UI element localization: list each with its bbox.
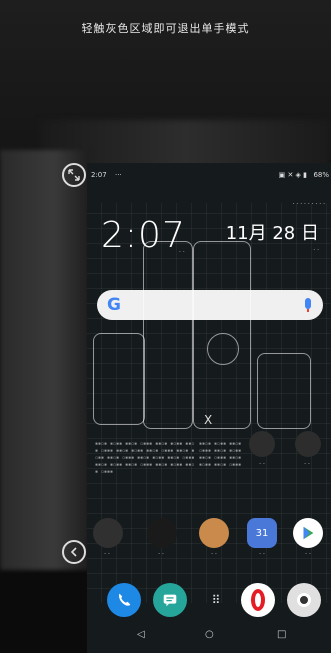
opera-ring bbox=[251, 589, 265, 611]
calendar-day: 31 bbox=[255, 527, 269, 539]
nav-back-button[interactable]: ◁ bbox=[137, 629, 145, 640]
status-time: 2:07 bbox=[91, 171, 107, 179]
sun-sketch bbox=[207, 333, 239, 365]
weekday-line: · · bbox=[313, 247, 319, 254]
background-blur-left[interactable] bbox=[0, 150, 90, 570]
opera-icon[interactable] bbox=[241, 583, 275, 617]
app-label-4: · · bbox=[259, 551, 265, 558]
phone-icon[interactable] bbox=[107, 583, 141, 617]
folder-label-1: · · bbox=[259, 461, 265, 468]
phone-sketch-right bbox=[257, 353, 311, 429]
status-notification-dots: ··· bbox=[115, 171, 122, 179]
folder-label-2: · · bbox=[304, 461, 310, 468]
app-label-2: · · bbox=[158, 551, 164, 558]
camera-lens bbox=[297, 593, 311, 607]
phone-sketch-left bbox=[143, 241, 193, 429]
calendar-icon[interactable]: 31 bbox=[247, 518, 277, 548]
text-wallpaper-block-mid: ▪▪▫▪ ▪▫▪▪ ▪▪▫▪ ▫▪▪▪ ▪▪▫▪ ▪▫▪▪ ▪▪▫▪ ▫▪▪▪ … bbox=[199, 441, 242, 468]
status-signal-icon: ▣ ✕ ◈ ▮ bbox=[278, 171, 307, 179]
messages-icon[interactable] bbox=[153, 583, 187, 617]
play-store-icon[interactable] bbox=[293, 518, 323, 548]
folder-app-2[interactable] bbox=[295, 431, 321, 457]
weather-line: · · · · · · · · · bbox=[292, 201, 325, 208]
folder-apps-mid[interactable] bbox=[147, 518, 177, 548]
one-hand-screen[interactable]: 2:07 ··· ▣ ✕ ◈ ▮ 68% · · · · · · · · · 2… bbox=[87, 163, 331, 653]
google-logo: G bbox=[107, 295, 121, 315]
nav-recents-button[interactable]: □ bbox=[277, 629, 286, 640]
widget-x: X bbox=[204, 413, 213, 427]
exit-one-hand-hint: 轻触灰色区域即可退出单手模式 bbox=[81, 22, 250, 35]
app-label-1: · · bbox=[104, 551, 110, 558]
play-triangle bbox=[303, 526, 314, 540]
circuit-sketch bbox=[93, 333, 145, 425]
nav-home-button[interactable]: ○ bbox=[205, 629, 214, 640]
resize-arrows-icon[interactable] bbox=[62, 163, 86, 187]
status-battery: 68% bbox=[313, 171, 329, 179]
app-drawer-icon[interactable]: ⠿ bbox=[199, 583, 233, 617]
app-label-3: · · bbox=[211, 551, 217, 558]
camera-icon[interactable] bbox=[287, 583, 321, 617]
mic-icon[interactable] bbox=[305, 298, 311, 312]
package-icon[interactable] bbox=[199, 518, 229, 548]
folder-apps-left[interactable] bbox=[93, 518, 123, 548]
app-label-5: · · bbox=[305, 551, 311, 558]
folder-app-1[interactable] bbox=[249, 431, 275, 457]
text-wallpaper-block-left: ▪▪▫▪ ▪▫▪▪ ▪▪▫▪ ▫▪▪▪ ▪▪▫▪ ▪▫▪▪ ▪▪▫▪ ▫▪▪▪ … bbox=[95, 441, 195, 475]
chevron-left-icon[interactable] bbox=[62, 540, 86, 564]
